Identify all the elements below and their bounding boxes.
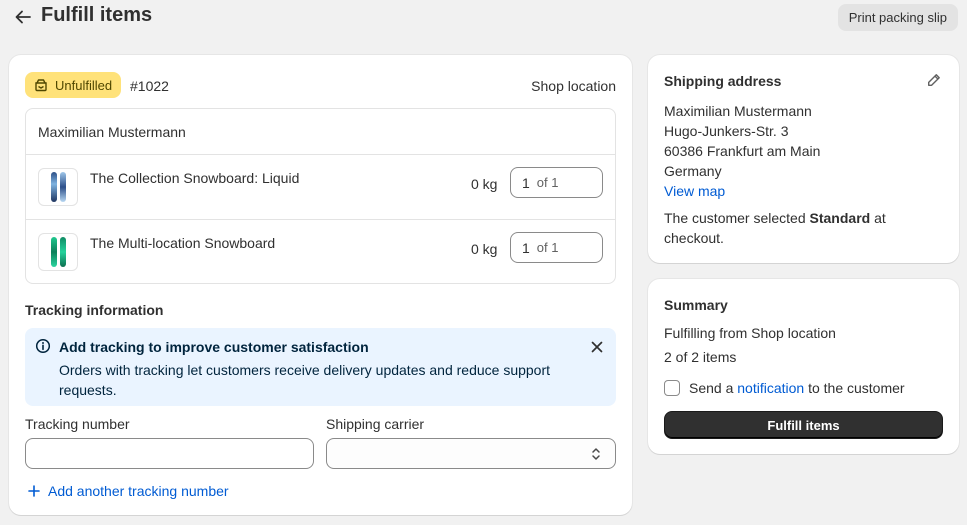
add-tracking-label: Add another tracking number xyxy=(48,483,229,499)
fulfillment-location: Shop location xyxy=(531,78,616,94)
shipping-heading: Shipping address xyxy=(664,73,782,89)
tracking-banner: Add tracking to improve customer satisfa… xyxy=(25,328,616,406)
dismiss-banner-button[interactable] xyxy=(588,338,606,356)
address-line: Maximilian Mustermann xyxy=(664,103,812,119)
customer-name: Maximilian Mustermann xyxy=(38,124,186,140)
print-packing-slip-button[interactable]: Print packing slip xyxy=(837,4,958,31)
snowboard-liquid-icon xyxy=(50,172,66,202)
view-map-link[interactable]: View map xyxy=(664,181,820,201)
back-button[interactable] xyxy=(12,6,34,28)
notify-customer-checkbox[interactable] xyxy=(664,380,680,396)
shipping-method-note: The customer selected Standard at checko… xyxy=(664,208,904,248)
order-number: #1022 xyxy=(130,78,169,94)
fulfillment-status-icon xyxy=(35,79,47,92)
product-thumbnail xyxy=(38,168,78,206)
address-line: 60386 Frankfurt am Main xyxy=(664,143,821,159)
notify-prefix: Send a xyxy=(689,380,738,396)
address-line: Germany xyxy=(664,163,722,179)
banner-body: Orders with tracking let customers recei… xyxy=(59,362,551,398)
fulfillment-card: Unfulfilled #1022 Shop location Maximili… xyxy=(9,55,632,515)
notification-link[interactable]: notification xyxy=(737,380,804,396)
notify-customer-row: Send a notification to the customer xyxy=(664,380,905,396)
status-badge-label: Unfulfilled xyxy=(55,77,113,93)
note-prefix: The customer selected xyxy=(664,210,810,226)
product-title: The Multi-location Snowboard xyxy=(90,235,276,251)
plus-icon xyxy=(28,485,40,497)
shipping-carrier-label: Shipping carrier xyxy=(326,416,425,432)
product-thumbnail xyxy=(38,233,78,271)
fulfill-items-button[interactable]: Fulfill items xyxy=(664,411,943,439)
snowboard-green-icon xyxy=(50,237,66,267)
quantity-total: of 1 xyxy=(536,175,559,190)
banner-title: Add tracking to improve customer satisfa… xyxy=(59,339,369,355)
fulfilling-from: Fulfilling from Shop location xyxy=(664,325,836,341)
quantity-input[interactable]: 1 of 1 xyxy=(510,167,603,198)
status-badge: Unfulfilled xyxy=(25,72,122,98)
page-header: Fulfill items Print packing slip xyxy=(0,0,967,36)
product-weight: 0 kg xyxy=(471,241,498,257)
line-item: The Collection Snowboard: Liquid 0 kg 1 … xyxy=(26,154,615,219)
quantity-value: 1 xyxy=(522,239,530,256)
shipping-carrier-select[interactable] xyxy=(326,438,616,469)
address-line: Hugo-Junkers-Str. 3 xyxy=(664,123,789,139)
quantity-value: 1 xyxy=(522,174,530,191)
shipping-method: Standard xyxy=(809,210,871,226)
edit-pencil-icon[interactable] xyxy=(927,73,941,87)
tracking-number-input[interactable] xyxy=(25,438,314,469)
select-chevron-icon xyxy=(592,448,600,460)
shipping-address-card: Shipping address Maximilian Mustermann H… xyxy=(648,55,959,263)
page-title: Fulfill items xyxy=(41,4,153,26)
info-icon xyxy=(35,338,51,354)
item-count: 2 of 2 items xyxy=(664,349,737,365)
summary-card: Summary Fulfilling from Shop location 2 … xyxy=(648,279,959,454)
shipping-address: Maximilian Mustermann Hugo-Junkers-Str. … xyxy=(664,101,820,201)
quantity-input[interactable]: 1 of 1 xyxy=(510,232,603,263)
notify-label: Send a notification to the customer xyxy=(689,380,905,396)
tracking-number-label: Tracking number xyxy=(25,416,130,432)
add-tracking-number-button[interactable]: Add another tracking number xyxy=(28,483,229,499)
line-item: The Multi-location Snowboard 0 kg 1 of 1 xyxy=(26,219,615,284)
notify-suffix: to the customer xyxy=(804,380,905,396)
quantity-total: of 1 xyxy=(536,240,559,255)
tracking-heading: Tracking information xyxy=(25,302,164,318)
product-title: The Collection Snowboard: Liquid xyxy=(90,170,300,186)
summary-heading: Summary xyxy=(664,297,728,313)
product-weight: 0 kg xyxy=(471,176,498,192)
line-items-box: Maximilian Mustermann The Collection Sno… xyxy=(25,108,616,284)
close-icon xyxy=(591,341,603,353)
arrow-left-icon xyxy=(15,10,31,24)
